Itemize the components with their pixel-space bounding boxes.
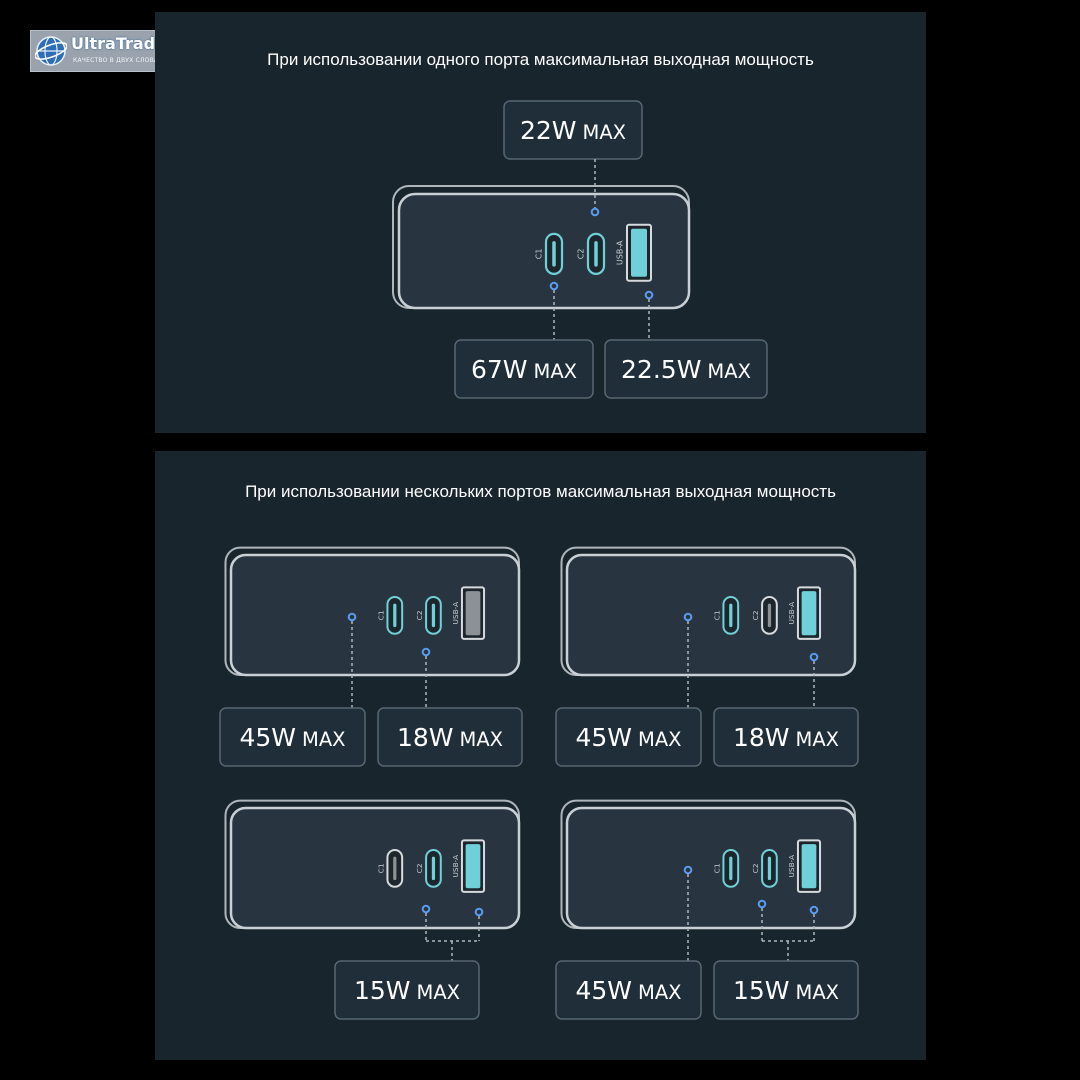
port-label-c2: C2 [415,610,424,620]
power-value: 22W [520,116,577,145]
port-label-usba: USB-A [451,855,460,878]
power-unit: MAX [796,728,840,751]
power-unit: MAX [302,728,346,751]
power-value: 45W [239,723,296,752]
power-unit: MAX [707,360,751,383]
power-unit: MAX [417,981,461,1004]
power-unit: MAX [638,728,682,751]
power-label-text: 67W MAX [471,355,577,384]
multi-config-4: C1 C2 USB-A 45W MAX 15W MAX [555,799,859,1020]
power-value: 18W [733,723,790,752]
power-label: 18W MAX [713,707,859,767]
multi-config-3: C1 C2 USB-A 15W MAX [224,799,521,1020]
power-label-text: 18W MAX [733,723,839,752]
usb-a-insert [801,844,817,889]
single-port-group: C1 C2 USB-A 22W MAX 67W MAX 22.5W MAX [392,100,768,399]
port-label-c2: C2 [577,249,586,260]
multi-config-1: C1 C2 USB-A 45W MAX 18W MAX [219,546,523,767]
power-label-text: 22.5W MAX [621,355,751,384]
power-label: 15W MAX [713,960,859,1020]
power-label-text: 18W MAX [397,723,503,752]
usb-a-insert [801,591,817,636]
single-port-panel: При использовании одного порта максималь… [155,12,926,433]
globe-icon [35,36,67,66]
port-label-c2: C2 [751,863,760,873]
power-unit: MAX [534,360,578,383]
power-value: 67W [471,355,528,384]
port-label-usba: USB-A [451,602,460,625]
port-label-c1: C1 [377,863,386,873]
power-value: 22.5W [621,355,701,384]
port-label-c2: C2 [751,610,760,620]
power-label: 45W MAX [555,960,702,1020]
charger: C1 C2 USB-A [224,546,521,677]
port-label-c1: C1 [535,249,544,260]
power-label: 15W MAX [334,960,480,1020]
usb-a-insert [465,844,481,889]
power-value: 15W [354,976,411,1005]
power-label: 67W MAX [454,339,594,399]
port-label-c2: C2 [415,863,424,873]
power-unit: MAX [796,981,840,1004]
power-value: 45W [575,723,632,752]
power-label-text: 45W MAX [575,976,681,1005]
usb-a-insert [631,228,647,277]
port-label-c1: C1 [713,610,722,620]
multi-port-panel: При использовании нескольких портов макс… [155,451,926,1060]
power-label-text: 15W MAX [733,976,839,1005]
power-label-text: 45W MAX [239,723,345,752]
power-unit: MAX [583,121,627,144]
logo-tagline: КАЧЕСТВО В ДВУХ СЛОВАХ [73,57,163,64]
power-unit: MAX [460,728,504,751]
port-label-usba: USB-A [616,240,625,265]
multi-port-diagram: C1 C2 USB-A 45W MAX 18W MAX C1 C2 USB-A 45W MAX 18W M… [219,546,859,1020]
charger: C1 C2 USB-A [224,799,521,930]
multi-config-2: C1 C2 USB-A 45W MAX 18W MAX [555,546,859,767]
power-label-text: 15W MAX [354,976,460,1005]
port-label-c1: C1 [377,610,386,620]
power-value: 45W [575,976,632,1005]
power-value: 15W [733,976,790,1005]
single-port-diagram: C1 C2 USB-A 22W MAX 67W MAX 22.5W MAX [392,100,768,399]
power-label-text: 22W MAX [520,116,626,145]
port-label-usba: USB-A [787,602,796,625]
usb-a-insert [465,591,481,636]
power-label: 22W MAX [503,100,643,160]
port-label-usba: USB-A [787,855,796,878]
charger: C1 C2 USB-A [392,185,691,310]
power-unit: MAX [638,981,682,1004]
power-label-text: 45W MAX [575,723,681,752]
power-label: 22.5W MAX [604,339,768,399]
port-label-c1: C1 [713,863,722,873]
power-label: 45W MAX [555,707,702,767]
power-label: 45W MAX [219,707,366,767]
power-value: 18W [397,723,454,752]
logo-brand-text: UltraTrade [71,34,166,53]
power-label: 18W MAX [377,707,523,767]
